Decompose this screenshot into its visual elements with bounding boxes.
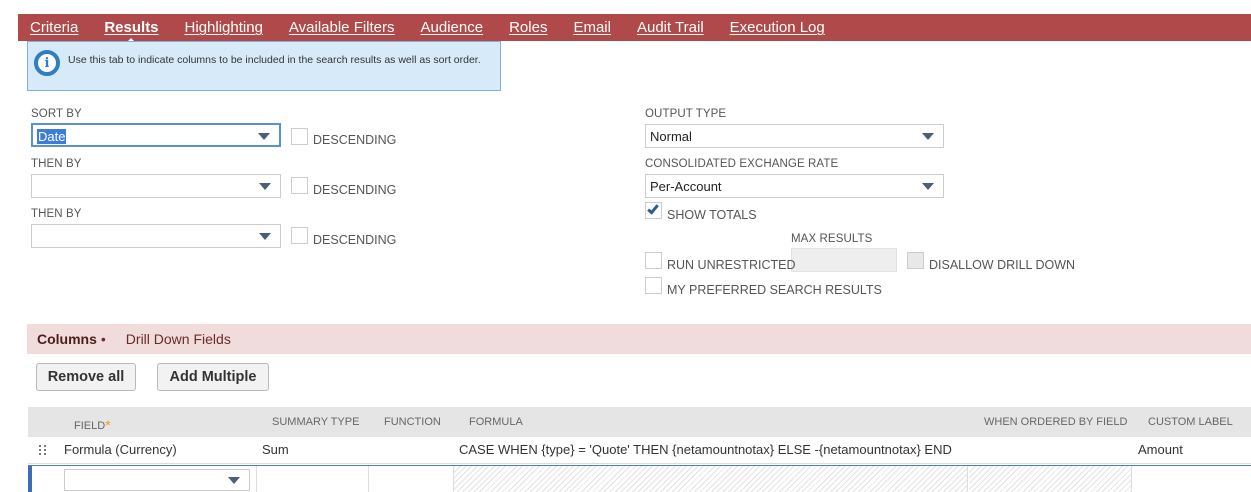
run-unrestricted-label: RUN UNRESTRICTED: [667, 258, 796, 272]
output-type-label: OUTPUT TYPE: [645, 108, 727, 120]
chevron-down-icon: [258, 133, 270, 140]
then-by-label-2: THEN BY: [31, 208, 82, 220]
show-totals-checkbox[interactable]: [645, 202, 662, 219]
when-ordered-column-header: WHEN ORDERED BY FIELD: [984, 416, 1128, 428]
then-by-select-2[interactable]: [31, 224, 281, 248]
new-row-formula-cell-disabled: [454, 466, 968, 492]
then-by-descending-label-1: DESCENDING: [313, 183, 397, 197]
exchange-rate-value: Per-Account: [650, 179, 722, 194]
sort-by-select[interactable]: Date: [31, 123, 281, 147]
cell-divider: [256, 466, 257, 492]
checkmark-icon: [647, 202, 659, 215]
function-column-header: FUNCTION: [384, 416, 441, 428]
columns-table-header: FIELD* SUMMARY TYPE FUNCTION FORMULA WHE…: [28, 407, 1251, 437]
exchange-rate-label: CONSOLIDATED EXCHANGE RATE: [645, 158, 839, 170]
new-row-field-select[interactable]: [64, 469, 250, 491]
show-totals-label: SHOW TOTALS: [667, 208, 757, 222]
active-dot: •: [100, 331, 106, 347]
row-formula-cell[interactable]: CASE WHEN {type} = 'Quote' THEN {netamou…: [459, 442, 952, 457]
disallow-drill-down-checkbox[interactable]: [907, 252, 924, 269]
main-tab-bar: Criteria Results Highlighting Available …: [18, 14, 1251, 44]
tab-email[interactable]: Email: [573, 19, 611, 36]
then-by-label-1: THEN BY: [31, 158, 82, 170]
info-message-box: i Use this tab to indicate columns to be…: [27, 41, 501, 91]
chevron-down-icon: [922, 133, 934, 140]
max-results-label: MAX RESULTS: [791, 233, 873, 245]
table-row[interactable]: Formula (Currency) Sum CASE WHEN {type} …: [28, 437, 1251, 464]
output-type-select[interactable]: Normal: [645, 124, 944, 148]
info-message-text: Use this tab to indicate columns to be i…: [68, 54, 481, 66]
cell-divider: [368, 466, 369, 492]
then-by-descending-checkbox-2[interactable]: [291, 227, 308, 244]
tab-criteria[interactable]: Criteria: [30, 19, 78, 36]
drag-handle-icon[interactable]: [39, 445, 47, 457]
row-summary-type-cell[interactable]: Sum: [262, 442, 289, 457]
subtab-drill-down-fields[interactable]: Drill Down Fields: [126, 331, 231, 347]
disallow-drill-down-label: DISALLOW DRILL DOWN: [929, 258, 1076, 272]
field-header-label: FIELD: [74, 420, 106, 432]
tab-execution-log[interactable]: Execution Log: [730, 19, 825, 36]
remove-all-button[interactable]: Remove all: [36, 363, 136, 391]
tab-highlighting[interactable]: Highlighting: [185, 19, 263, 36]
chevron-down-icon: [228, 477, 240, 484]
then-by-descending-checkbox-1[interactable]: [291, 177, 308, 194]
add-multiple-button[interactable]: Add Multiple: [157, 363, 269, 391]
new-row-when-ordered-cell-disabled: [969, 466, 1132, 492]
tab-available-filters[interactable]: Available Filters: [289, 19, 395, 36]
sort-by-label: SORT BY: [31, 108, 82, 120]
tab-audit-trail[interactable]: Audit Trail: [637, 19, 704, 36]
preferred-results-label: MY PREFERRED SEARCH RESULTS: [667, 283, 882, 297]
subtab-bar: Columns • Drill Down Fields: [27, 324, 1251, 354]
sort-by-descending-label: DESCENDING: [313, 133, 397, 147]
then-by-descending-label-2: DESCENDING: [313, 233, 397, 247]
then-by-select-1[interactable]: [31, 174, 281, 198]
sort-by-value: Date: [37, 129, 67, 144]
tab-results[interactable]: Results: [104, 19, 159, 44]
custom-label-column-header: CUSTOM LABEL: [1148, 416, 1233, 428]
new-row[interactable]: [28, 465, 1251, 492]
tab-roles[interactable]: Roles: [509, 19, 547, 36]
chevron-down-icon: [259, 233, 271, 240]
preferred-results-checkbox[interactable]: [645, 277, 662, 294]
summary-type-column-header: SUMMARY TYPE: [272, 416, 360, 428]
tab-audience[interactable]: Audience: [421, 19, 484, 36]
info-icon: i: [34, 50, 60, 76]
max-results-input[interactable]: [791, 248, 897, 272]
row-field-cell[interactable]: Formula (Currency): [64, 442, 177, 457]
required-star-icon: *: [105, 417, 111, 433]
field-column-header: FIELD*: [74, 416, 111, 433]
row-custom-label-cell[interactable]: Amount: [1138, 442, 1183, 457]
run-unrestricted-checkbox[interactable]: [645, 252, 662, 269]
output-type-value: Normal: [650, 129, 692, 144]
sort-by-descending-checkbox[interactable]: [291, 128, 308, 145]
exchange-rate-select[interactable]: Per-Account: [645, 174, 944, 198]
subtab-columns[interactable]: Columns: [37, 331, 97, 347]
chevron-down-icon: [259, 183, 271, 190]
formula-column-header: FORMULA: [469, 416, 523, 428]
active-row-indicator: [28, 466, 32, 492]
chevron-down-icon: [922, 183, 934, 190]
